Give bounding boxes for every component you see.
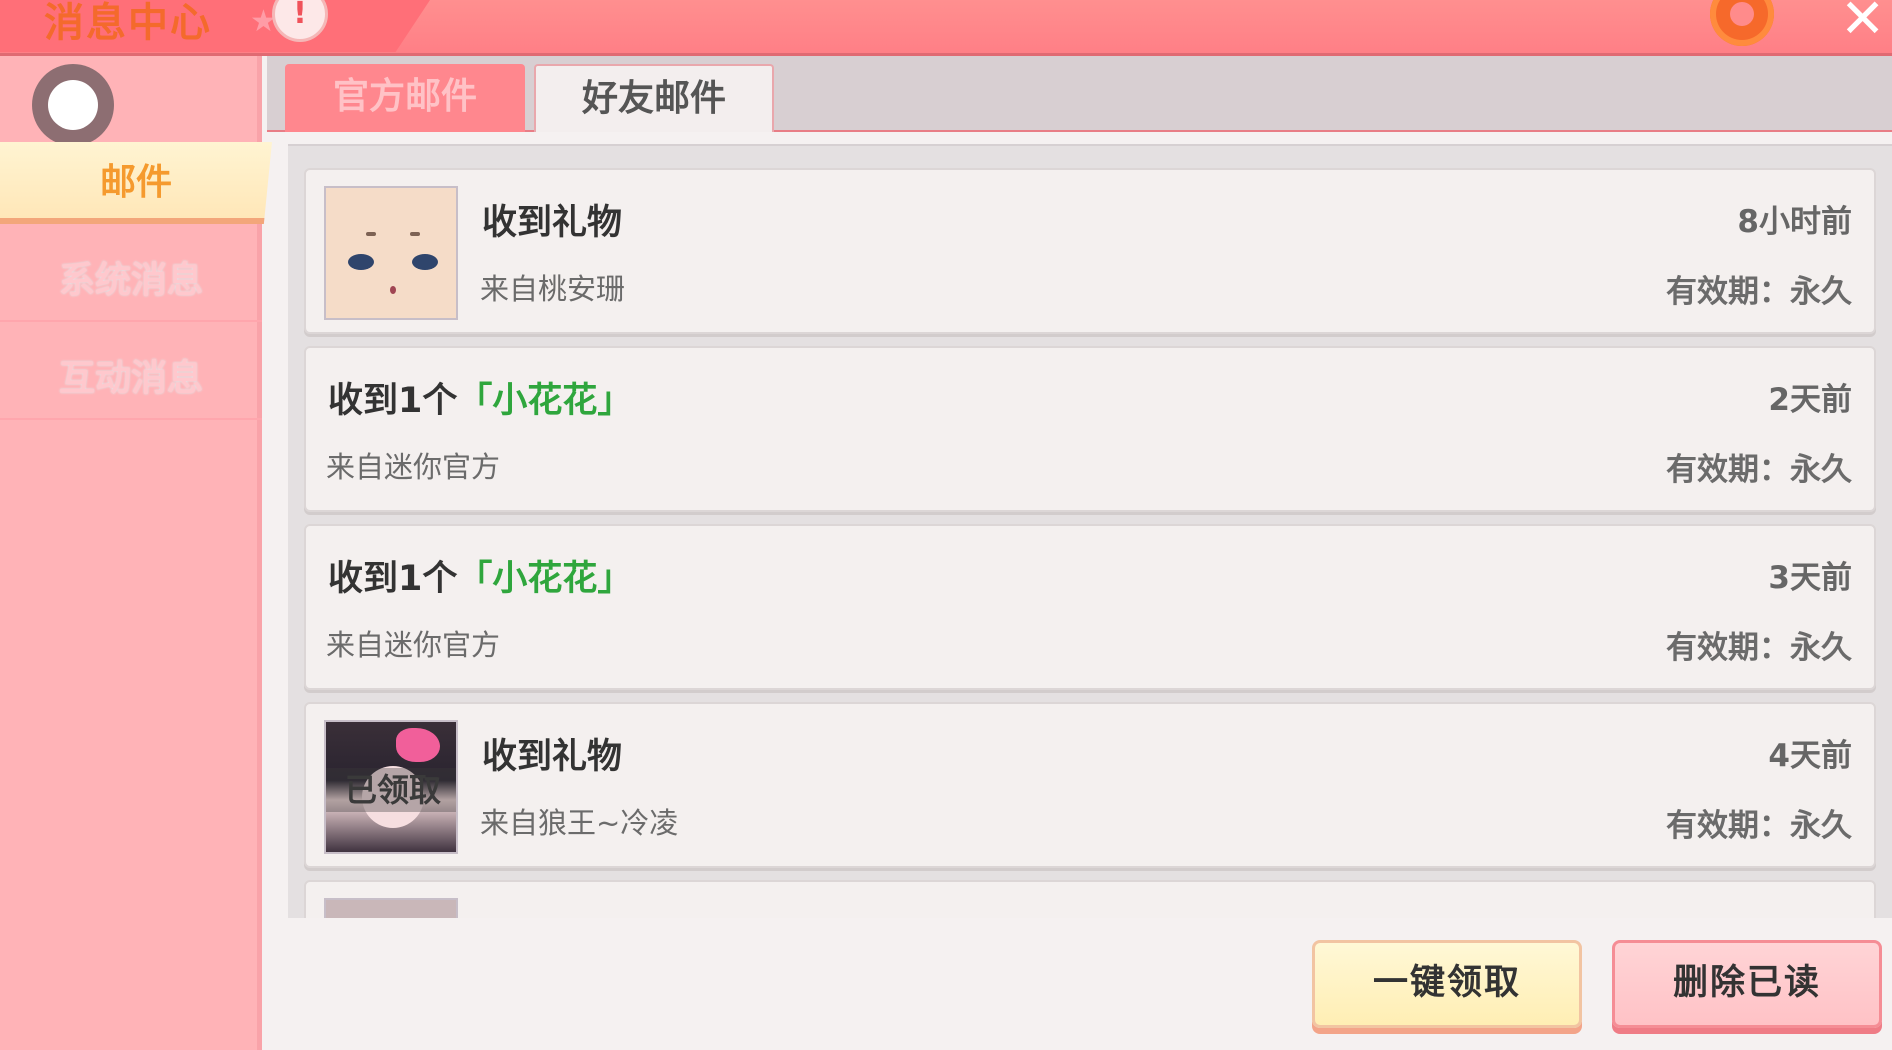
close-icon[interactable]: ✕ [1840,0,1885,46]
claimed-badge: 已领取 [326,768,456,812]
sender-avatar: 已领取 [324,720,458,854]
mail-time: 8小时前 [1737,204,1852,240]
mail-validity: 有效期：永久 [1666,808,1852,844]
mail-item-name: 「小花花」 [457,559,633,599]
delete-read-button[interactable]: 删除已读 [1612,940,1882,1028]
tab-bar: 官方邮件 好友邮件 [267,56,1892,132]
sender-avatar [324,186,458,320]
mail-title: 收到1个「小花花」 [328,550,632,601]
mail-item-name: 「小花花」 [457,381,633,421]
mail-item[interactable]: 收到礼物 来自桃安珊 8小时前 有效期：永久 [304,168,1876,334]
gear-icon[interactable] [1710,0,1774,46]
sender-avatar [324,898,458,918]
mail-list[interactable]: 收到礼物 来自桃安珊 8小时前 有效期：永久 收到1个「小花花」 来自迷你官方 … [288,144,1892,918]
mail-time: 4天前 [1768,738,1852,774]
user-avatar[interactable] [32,64,114,146]
mail-title-prefix: 收到1个 [328,559,458,599]
mail-title: 收到礼物 [482,737,623,777]
mail-validity: 有效期：永久 [1666,630,1852,666]
tab-friend-mail[interactable]: 好友邮件 [534,64,774,132]
mail-title: 收到1个「小花花」 [328,372,632,423]
mail-item[interactable] [304,880,1876,918]
mail-sender: 来自迷你官方 [326,450,501,484]
mail-item[interactable]: 收到1个「小花花」 来自迷你官方 3天前 有效期：永久 [304,524,1876,690]
mail-sender: 来自桃安珊 [480,272,626,306]
window-title: 消息中心 [44,0,212,46]
mail-title-prefix: 收到1个 [328,381,458,421]
sidebar-item-mail[interactable]: 邮件 [0,142,272,224]
bow-decoration [396,728,440,762]
mail-time: 2天前 [1768,382,1852,418]
sidebar-item-interaction-messages[interactable]: 互动消息 [0,338,262,420]
sidebar: 邮件 系统消息 互动消息 [0,56,272,1050]
tab-official-mail[interactable]: 官方邮件 [285,64,525,132]
mail-validity: 有效期：永久 [1666,274,1852,310]
mail-item[interactable]: 已领取 收到礼物 来自狼王~冷凌 4天前 有效期：永久 [304,702,1876,868]
claim-all-button[interactable]: 一键领取 [1312,940,1582,1028]
mail-item[interactable]: 收到1个「小花花」 来自迷你官方 2天前 有效期：永久 [304,346,1876,512]
mail-sender: 来自迷你官方 [326,628,501,662]
mail-time: 3天前 [1768,560,1852,596]
title-bar: 消息中心 ★ ! ✕ [0,0,1892,56]
mail-title: 收到礼物 [482,203,623,243]
mail-validity: 有效期：永久 [1666,452,1852,488]
mail-sender: 来自狼王~冷凌 [480,806,679,840]
sidebar-item-system-messages[interactable]: 系统消息 [0,240,262,322]
